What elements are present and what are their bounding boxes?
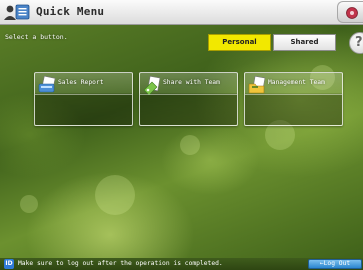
sales-report-button[interactable]: Sales Report xyxy=(34,72,133,126)
settings-icon xyxy=(346,7,358,19)
tab-personal[interactable]: Personal xyxy=(208,34,271,51)
page-title: Quick Menu xyxy=(36,5,105,18)
quick-menu-area: Select a button. Personal Shared ? Sales… xyxy=(0,25,363,258)
management-team-button[interactable]: Management Team xyxy=(244,72,343,126)
users-menu-icon xyxy=(4,4,30,20)
background-decoration xyxy=(20,195,38,213)
id-icon: ID xyxy=(4,259,14,269)
button-label: Share with Team xyxy=(163,79,220,86)
logout-button[interactable]: ←Log Out xyxy=(308,259,362,269)
status-message: Make sure to log out after the operation… xyxy=(18,260,223,267)
background-decoration xyxy=(180,135,200,155)
tab-shared[interactable]: Shared xyxy=(273,34,336,51)
status-bar: ID Make sure to log out after the operat… xyxy=(0,258,363,270)
logout-label: Log Out xyxy=(323,260,351,267)
button-divider xyxy=(245,94,342,95)
instruction-text: Select a button. xyxy=(5,33,68,41)
settings-button[interactable] xyxy=(337,1,363,23)
button-divider xyxy=(35,94,132,95)
button-label: Management Team xyxy=(268,79,325,86)
folder-document-icon xyxy=(248,75,266,94)
help-button[interactable]: ? xyxy=(349,32,363,54)
share-with-team-button[interactable]: Share with Team xyxy=(139,72,238,126)
button-divider xyxy=(140,94,237,95)
button-label: Sales Report xyxy=(58,79,104,86)
title-bar: Quick Menu xyxy=(0,0,363,25)
scan-document-icon xyxy=(38,75,56,93)
share-document-icon xyxy=(143,75,161,95)
background-decoration xyxy=(95,175,135,215)
